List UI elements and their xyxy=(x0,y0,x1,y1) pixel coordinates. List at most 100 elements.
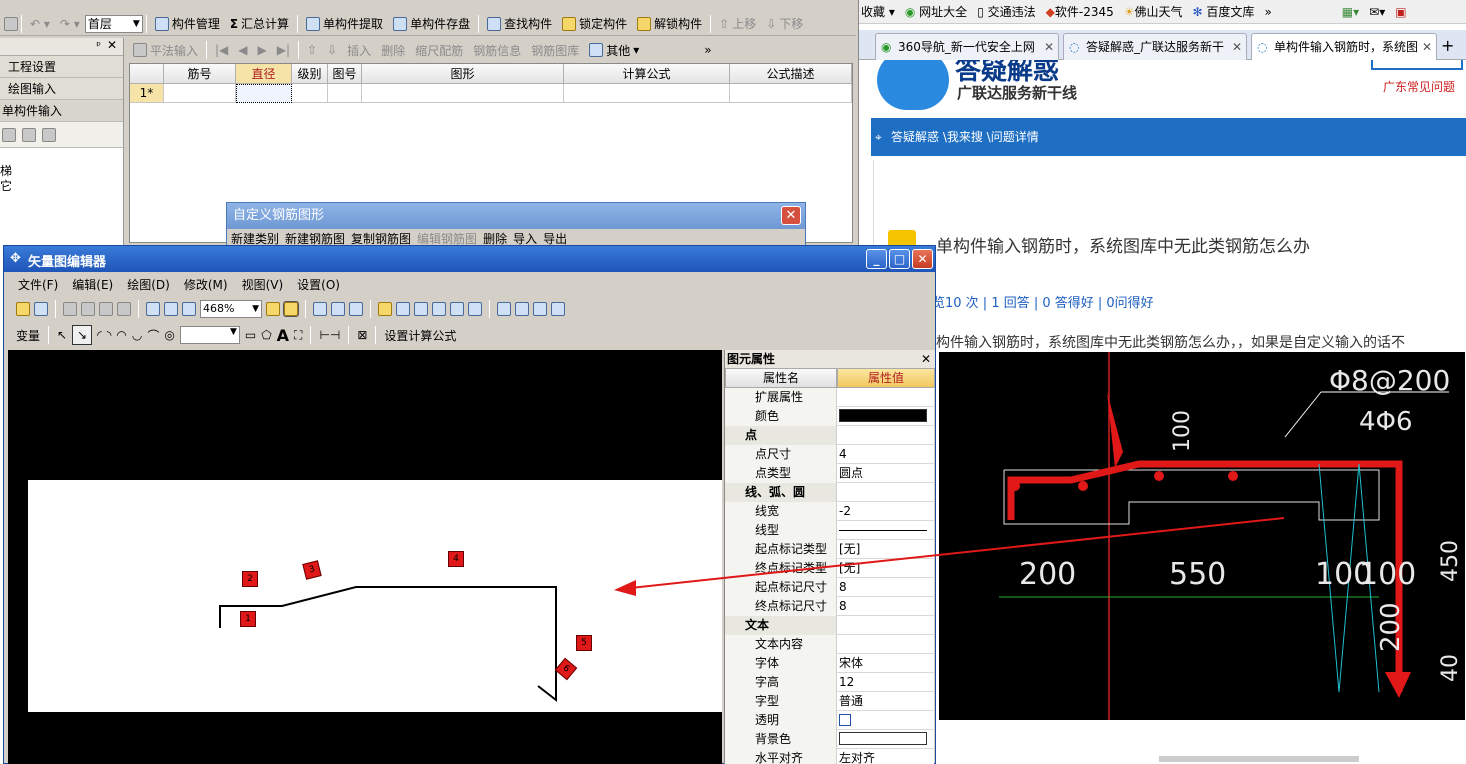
pdf-icon[interactable]: ▣ xyxy=(1395,5,1406,19)
property-row[interactable]: 字型 普通 xyxy=(725,692,935,711)
grid-cell[interactable] xyxy=(328,84,362,103)
save-component-button[interactable]: 单构件存盘 xyxy=(388,13,475,35)
property-value[interactable]: 宋体 xyxy=(837,654,935,673)
drawing-canvas[interactable]: 1 2 3 4 5 6 xyxy=(8,350,722,764)
import-button[interactable]: 导入 xyxy=(513,230,537,247)
menu-edit[interactable]: 编辑(E) xyxy=(72,276,113,293)
rebar-library-button[interactable]: 钢筋图库 xyxy=(526,39,584,61)
property-value[interactable]: 圆点 xyxy=(837,464,935,483)
pointer-tool-icon[interactable]: ↖ xyxy=(57,328,67,342)
arc-tool-icon[interactable]: ◜ xyxy=(97,328,102,342)
grid-cell[interactable] xyxy=(362,84,564,103)
menu-modify[interactable]: 修改(M) xyxy=(184,276,228,293)
last-record-button[interactable]: ▶| xyxy=(272,39,295,61)
marker-1[interactable]: 1 xyxy=(240,611,256,627)
nav-project-settings[interactable]: 工程设置 xyxy=(0,56,123,78)
other-menu-button[interactable]: 其他 ▾ xyxy=(584,39,644,61)
zoom-out-icon[interactable] xyxy=(164,302,178,316)
arc4-tool-icon[interactable]: ◡ xyxy=(132,328,142,342)
clone-icon[interactable] xyxy=(42,127,56,142)
property-category[interactable]: −文本 xyxy=(725,616,935,635)
zoom-select[interactable]: 468% ▼ xyxy=(200,300,262,318)
marker-4[interactable]: 4 xyxy=(448,551,464,567)
cross-icon[interactable] xyxy=(349,302,363,316)
property-value[interactable] xyxy=(837,426,935,445)
bookmark-link[interactable]: ◉ 网址大全 xyxy=(905,3,967,20)
mail-icon[interactable]: ✉▾ xyxy=(1369,5,1385,19)
grid-cell[interactable] xyxy=(730,84,852,103)
set-formula-button[interactable]: 设置计算公式 xyxy=(384,327,456,344)
clear-icon[interactable]: ⊠ xyxy=(357,328,367,342)
paste-icon[interactable] xyxy=(99,302,113,316)
rebar-info-button[interactable]: 钢筋信息 xyxy=(468,39,526,61)
component-manage-button[interactable]: 构件管理 xyxy=(150,13,225,35)
down-arrow-button[interactable]: ⇩ xyxy=(322,39,342,61)
tab-close-icon[interactable]: ✕ xyxy=(1232,34,1242,60)
flip-icon[interactable] xyxy=(414,302,428,316)
property-value[interactable] xyxy=(837,730,935,749)
grid-cell[interactable] xyxy=(164,84,236,103)
fill-tool-icon[interactable]: ⛶ xyxy=(294,328,302,343)
property-row[interactable]: 线宽 -2 xyxy=(725,502,935,521)
undo-button[interactable]: ↶ ▾ xyxy=(25,13,55,35)
line-draw-icon[interactable]: ↘ xyxy=(72,325,93,345)
property-value[interactable]: -2 xyxy=(837,502,935,521)
new-rebar-button[interactable]: 新建钢筋图 xyxy=(285,230,345,247)
color-swatch[interactable] xyxy=(839,409,927,422)
property-category[interactable]: −线、弧、圆 xyxy=(725,483,935,502)
checkbox[interactable] xyxy=(839,714,851,726)
property-value[interactable]: 普通 xyxy=(837,692,935,711)
first-record-button[interactable]: |◀ xyxy=(210,39,233,61)
brush-icon[interactable] xyxy=(378,302,392,316)
drawing-paper[interactable]: 1 2 3 4 5 6 xyxy=(28,480,722,712)
property-category[interactable]: −点 xyxy=(725,426,935,445)
property-value[interactable]: 8 xyxy=(837,597,935,616)
property-row[interactable]: 水平对齐 左对齐 xyxy=(725,749,935,764)
style-select[interactable]: ▼ xyxy=(179,326,240,344)
bookmark-link[interactable]: ☀佛山天气 xyxy=(1124,3,1183,20)
nav-draw-input[interactable]: 绘图输入 xyxy=(0,78,123,100)
minimize-icon[interactable]: _ xyxy=(866,249,887,269)
apps-icon[interactable]: ▦▾ xyxy=(1342,5,1359,19)
more-bookmarks-icon[interactable]: » xyxy=(1264,5,1271,19)
property-value[interactable]: 12 xyxy=(837,673,935,692)
bookmark-link[interactable]: ◆软件-2345 xyxy=(1046,3,1114,20)
polygon-tool-icon[interactable]: ⬠ xyxy=(261,328,271,342)
close-icon[interactable]: ✕ xyxy=(921,350,931,368)
zoom-in-icon[interactable] xyxy=(146,302,160,316)
new-category-button[interactable]: 新建类别 xyxy=(231,230,279,247)
property-row[interactable]: 终点标记类型 [无] xyxy=(725,559,935,578)
tree-item[interactable]: 梯 xyxy=(0,164,123,179)
menu-file[interactable]: 文件(F) xyxy=(18,276,58,293)
delete-rebar-button[interactable]: 删除 xyxy=(483,230,507,247)
copy-icon[interactable] xyxy=(2,127,16,142)
unlock-component-button[interactable]: 解锁构件 xyxy=(632,13,707,35)
point-tool-icon[interactable] xyxy=(331,302,345,316)
grid-cell[interactable] xyxy=(564,84,730,103)
tab[interactable]: ◉ 360导航_新一代安全上网 ✕ xyxy=(875,33,1059,60)
color-swatch[interactable] xyxy=(839,732,927,745)
circle-tool-icon[interactable]: ◎ xyxy=(164,328,174,342)
rect-tool-icon[interactable]: ▭ xyxy=(245,328,256,342)
curve-tool-icon[interactable]: ⌒ xyxy=(147,327,159,344)
rotate-icon[interactable] xyxy=(450,302,464,316)
cut-icon[interactable] xyxy=(63,302,77,316)
close-icon[interactable]: ✕ xyxy=(107,38,117,52)
property-value[interactable] xyxy=(837,521,935,540)
grid-cell[interactable] xyxy=(292,84,328,103)
property-row[interactable]: 颜色 xyxy=(725,407,935,426)
next-record-button[interactable]: ▶ xyxy=(253,39,272,61)
zoom-fit-icon[interactable] xyxy=(182,302,196,316)
scale-rebar-button[interactable]: 缩尺配筋 xyxy=(410,39,468,61)
maximize-icon[interactable]: □ xyxy=(889,249,910,269)
property-value[interactable]: 8 xyxy=(837,578,935,597)
align-left-icon[interactable] xyxy=(497,302,511,316)
property-row[interactable]: 线型 xyxy=(725,521,935,540)
line-tool-icon[interactable] xyxy=(313,302,327,316)
toolbar-overflow-icon[interactable]: » xyxy=(704,43,711,57)
property-value[interactable] xyxy=(837,483,935,502)
close-icon[interactable]: ✕ xyxy=(912,249,933,269)
property-value[interactable] xyxy=(837,616,935,635)
select-mode-icon[interactable] xyxy=(283,301,299,317)
pin-icon[interactable]: ᵖ xyxy=(96,39,101,52)
